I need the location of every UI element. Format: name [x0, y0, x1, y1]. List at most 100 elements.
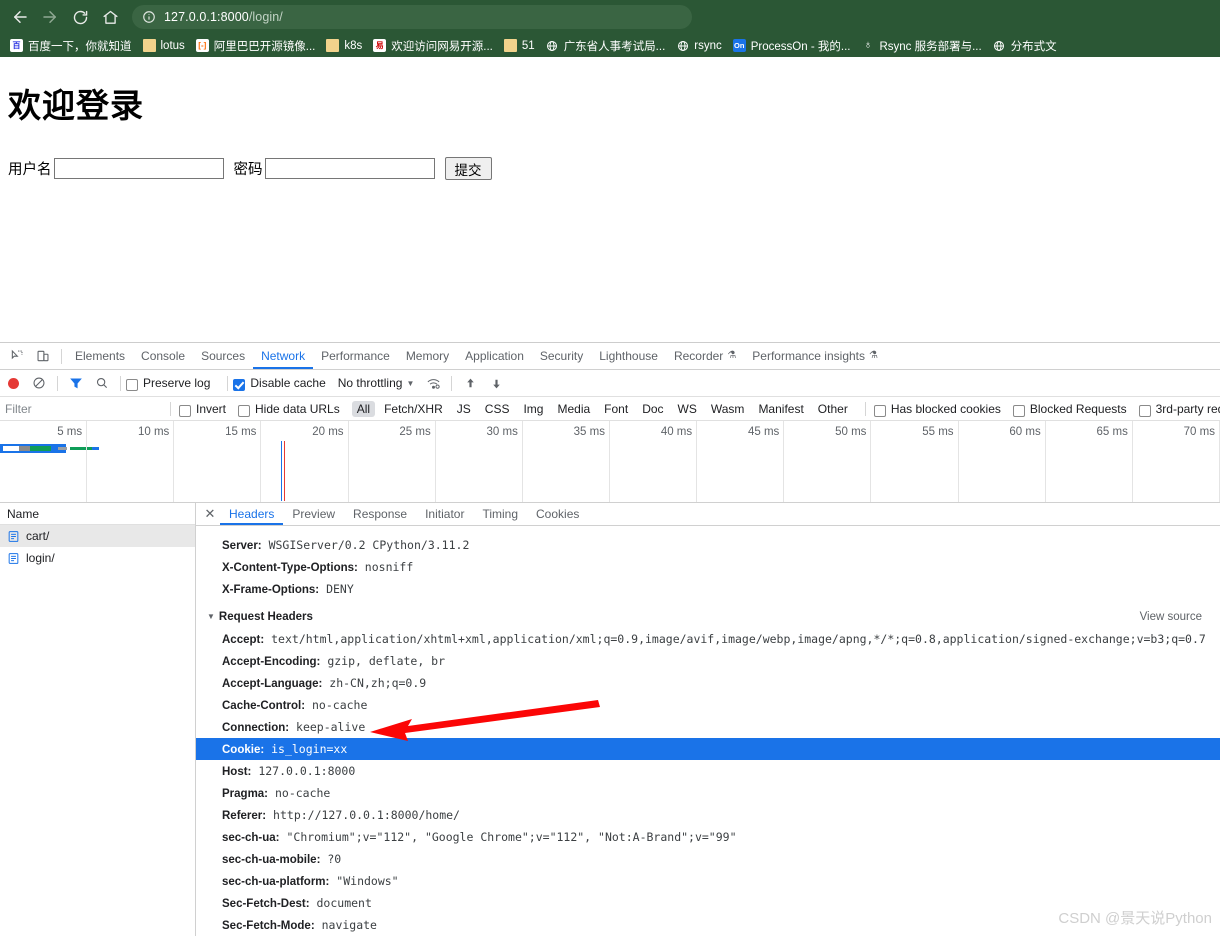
- address-bar[interactable]: 127.0.0.1:8000/login/: [132, 5, 692, 29]
- preserve-log-toggle[interactable]: Preserve log: [126, 376, 210, 391]
- has-blocked-cookies-checkbox[interactable]: [873, 404, 886, 417]
- resource-type-chip-other[interactable]: Other: [813, 401, 853, 417]
- bookmark-item[interactable]: rsync: [672, 37, 728, 54]
- bookmark-item[interactable]: [-] 阿里巴巴开源镜像...: [192, 36, 323, 56]
- view-source-link[interactable]: View source: [1140, 606, 1202, 628]
- detail-tab-initiator[interactable]: Initiator: [416, 503, 473, 525]
- detail-tab-preview[interactable]: Preview: [283, 503, 344, 525]
- inspect-element-icon[interactable]: [4, 344, 30, 368]
- header-row[interactable]: Connection: keep-alive: [196, 716, 1220, 738]
- resource-type-chip-ws[interactable]: WS: [673, 401, 702, 417]
- resource-type-chip-font[interactable]: Font: [599, 401, 633, 417]
- header-row[interactable]: sec-ch-ua: "Chromium";v="112", "Google C…: [196, 826, 1220, 848]
- network-timeline-overview[interactable]: 5 ms 10 ms 15 ms 20 ms 25 ms 30 ms 35 ms 40 ms 4…: [0, 421, 1220, 503]
- import-har-icon[interactable]: [457, 371, 483, 395]
- bookmark-item[interactable]: k8s: [322, 37, 369, 54]
- chevron-down-icon[interactable]: ▼: [207, 606, 215, 628]
- devtools-tab-memory[interactable]: Memory: [398, 343, 457, 369]
- header-row-highlighted[interactable]: Cookie: is_login=xx: [196, 738, 1220, 760]
- search-icon[interactable]: [89, 371, 115, 395]
- devtools-tab-performance-insights[interactable]: Performance insights ⚗: [744, 343, 886, 369]
- header-row[interactable]: X-Frame-Options: DENY: [196, 578, 1220, 600]
- third-party-requests-toggle[interactable]: 3rd-party requests: [1138, 402, 1220, 417]
- forward-button[interactable]: [36, 3, 64, 31]
- has-blocked-cookies-toggle[interactable]: Has blocked cookies: [873, 402, 1001, 417]
- device-toolbar-icon[interactable]: [30, 344, 56, 368]
- request-row[interactable]: login/: [0, 547, 195, 569]
- header-row[interactable]: Pragma: no-cache: [196, 782, 1220, 804]
- header-row[interactable]: Accept-Language: zh-CN,zh;q=0.9: [196, 672, 1220, 694]
- hide-data-urls-checkbox[interactable]: [238, 404, 251, 417]
- detail-tab-response[interactable]: Response: [344, 503, 416, 525]
- site-info-icon[interactable]: [142, 10, 156, 24]
- bookmark-item[interactable]: 百百度一下，你就知道: [6, 36, 139, 56]
- record-icon[interactable]: [8, 377, 19, 389]
- devtools-tab-security[interactable]: Security: [532, 343, 591, 369]
- devtools-tab-performance[interactable]: Performance: [313, 343, 398, 369]
- header-row[interactable]: Accept: text/html,application/xhtml+xml,…: [196, 628, 1220, 650]
- third-party-requests-checkbox[interactable]: [1138, 404, 1151, 417]
- header-row[interactable]: Host: 127.0.0.1:8000: [196, 760, 1220, 782]
- disable-cache-toggle[interactable]: Disable cache: [233, 376, 326, 391]
- blocked-requests-checkbox[interactable]: [1012, 404, 1025, 417]
- header-row[interactable]: Cache-Control: no-cache: [196, 694, 1220, 716]
- bookmark-item[interactable]: On ProcessOn - 我的...: [729, 36, 858, 56]
- resource-type-chip-img[interactable]: Img: [518, 401, 548, 417]
- header-row[interactable]: X-Content-Type-Options: nosniff: [196, 556, 1220, 578]
- bookmark-item[interactable]: 广东省人事考试局...: [542, 36, 673, 56]
- bookmark-item[interactable]: 易欢迎访问网易开源...: [369, 36, 500, 56]
- request-headers-section-header[interactable]: ▼ Request Headers View source: [196, 606, 1220, 628]
- filter-input[interactable]: [0, 399, 162, 418]
- hide-data-urls-toggle[interactable]: Hide data URLs: [238, 402, 340, 417]
- request-row[interactable]: cart/: [0, 525, 195, 547]
- resource-type-chip-wasm[interactable]: Wasm: [706, 401, 750, 417]
- timeline-tick: 45 ms: [697, 421, 785, 502]
- detail-tab-cookies[interactable]: Cookies: [527, 503, 588, 525]
- header-row[interactable]: Referer: http://127.0.0.1:8000/home/: [196, 804, 1220, 826]
- disable-cache-checkbox[interactable]: [233, 379, 246, 391]
- devtools-tab-lighthouse[interactable]: Lighthouse: [591, 343, 666, 369]
- clear-icon[interactable]: [26, 371, 52, 395]
- resource-type-chip-fetch-xhr[interactable]: Fetch/XHR: [379, 401, 448, 417]
- throttling-dropdown[interactable]: No throttling ▼: [338, 376, 415, 390]
- bookmark-item[interactable]: ♁ Rsync 服务部署与...: [857, 36, 988, 56]
- chevron-down-icon[interactable]: ▼: [406, 379, 414, 388]
- resource-type-chip-manifest[interactable]: Manifest: [753, 401, 808, 417]
- detail-tab-timing[interactable]: Timing: [473, 503, 527, 525]
- devtools-tab-application[interactable]: Application: [457, 343, 532, 369]
- network-conditions-icon[interactable]: [420, 371, 446, 395]
- resource-type-chip-media[interactable]: Media: [552, 401, 595, 417]
- devtools-tab-sources[interactable]: Sources: [193, 343, 253, 369]
- close-icon[interactable]: ✕: [200, 504, 220, 524]
- resource-type-chip-all[interactable]: All: [351, 400, 376, 417]
- devtools-tab-network[interactable]: Network: [253, 343, 313, 369]
- filter-funnel-icon[interactable]: [63, 371, 89, 395]
- export-har-icon[interactable]: [483, 371, 509, 395]
- resource-type-chip-js[interactable]: JS: [452, 401, 476, 417]
- invert-toggle[interactable]: Invert: [179, 402, 226, 417]
- resource-type-chip-css[interactable]: CSS: [480, 401, 515, 417]
- bookmark-item[interactable]: 51: [500, 37, 542, 54]
- invert-checkbox[interactable]: [179, 404, 191, 417]
- submit-button[interactable]: 提交: [444, 157, 492, 180]
- back-button[interactable]: [6, 3, 34, 31]
- password-input[interactable]: [264, 158, 435, 179]
- blocked-requests-toggle[interactable]: Blocked Requests: [1012, 402, 1127, 417]
- bookmark-item[interactable]: lotus: [139, 37, 192, 54]
- username-input[interactable]: [53, 158, 224, 179]
- header-row[interactable]: sec-ch-ua-platform: "Windows": [196, 870, 1220, 892]
- home-button[interactable]: [96, 3, 124, 31]
- resource-type-chip-doc[interactable]: Doc: [637, 401, 668, 417]
- headers-content[interactable]: Server: WSGIServer/0.2 CPython/3.11.2 X-C…: [196, 526, 1220, 936]
- header-key: Connection:: [222, 722, 290, 734]
- header-row[interactable]: Server: WSGIServer/0.2 CPython/3.11.2: [196, 534, 1220, 556]
- header-row[interactable]: Accept-Encoding: gzip, deflate, br: [196, 650, 1220, 672]
- bookmark-item[interactable]: 分布式文: [989, 36, 1064, 56]
- devtools-tab-console[interactable]: Console: [133, 343, 193, 369]
- reload-button[interactable]: [66, 3, 94, 31]
- devtools-tab-recorder[interactable]: Recorder ⚗: [666, 343, 744, 369]
- preserve-log-checkbox[interactable]: [126, 379, 138, 391]
- detail-tab-headers[interactable]: Headers: [220, 503, 283, 525]
- header-row[interactable]: sec-ch-ua-mobile: ?0: [196, 848, 1220, 870]
- devtools-tab-elements[interactable]: Elements: [67, 343, 133, 369]
